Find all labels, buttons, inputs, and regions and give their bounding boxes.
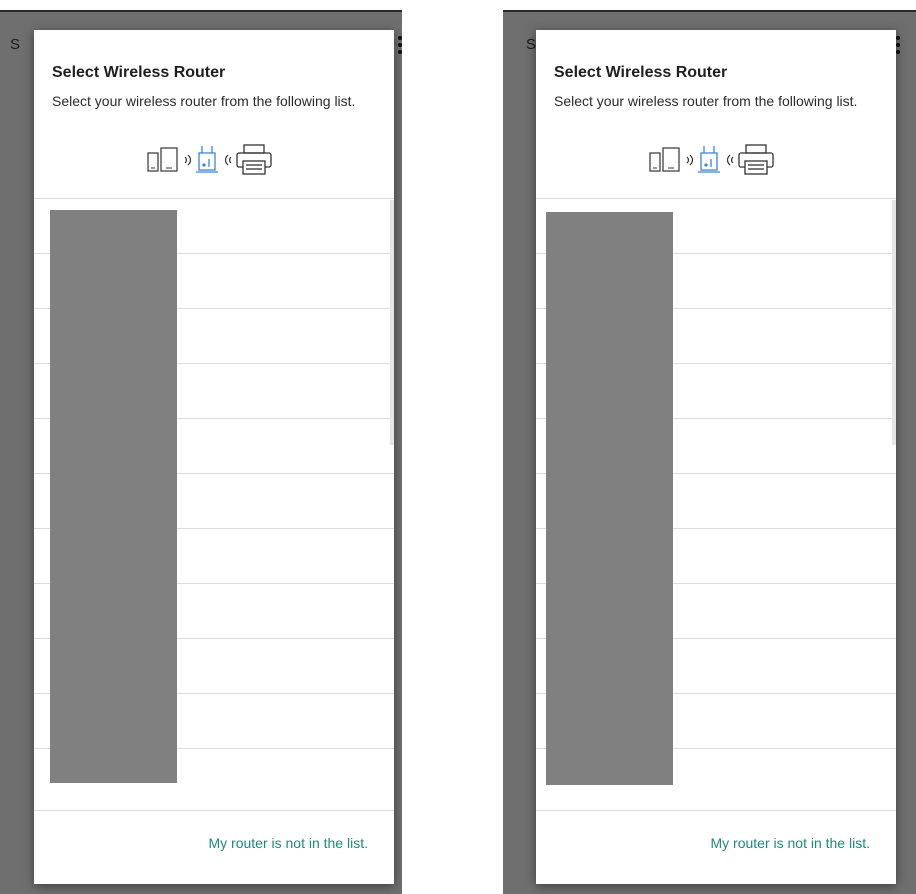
connection-graphic [649,144,774,175]
tablet-icon [160,147,178,172]
dialog-title: Select Wireless Router [52,64,226,81]
wifi-signal-icon [224,154,232,166]
footer-divider [536,810,896,811]
status-divider [0,10,402,12]
smartphone-icon [147,152,159,172]
tablet-icon [662,147,680,172]
dialog-description: Select your wireless router from the fol… [554,93,858,109]
background-title: S [10,36,21,53]
connection-graphic [147,144,272,175]
screen-left: S Select Wireless Router Select your wir… [0,10,402,894]
printer-icon [236,144,272,175]
screen-right: S Select Wireless Router Select your wir… [503,10,916,894]
list-scrollbar[interactable] [892,200,896,445]
redaction-block [546,212,673,785]
background-title: S [526,36,537,53]
redaction-block [50,210,177,783]
list-scrollbar[interactable] [390,200,394,445]
router-not-listed-button[interactable]: My router is not in the list. [710,835,870,851]
wifi-signal-icon [726,154,734,166]
router-icon [196,146,218,173]
wifi-signal-icon [686,154,694,166]
footer-divider [34,810,394,811]
dialog-title: Select Wireless Router [554,64,728,81]
overflow-menu-icon[interactable] [896,36,902,56]
wifi-signal-icon [184,154,192,166]
select-router-dialog: Select Wireless Router Select your wirel… [536,30,896,884]
router-not-listed-button[interactable]: My router is not in the list. [208,835,368,851]
smartphone-icon [649,152,661,172]
select-router-dialog: Select Wireless Router Select your wirel… [34,30,394,884]
overflow-menu-icon[interactable] [398,36,402,56]
dialog-description: Select your wireless router from the fol… [52,93,356,109]
printer-icon [738,144,774,175]
status-divider [503,10,916,12]
router-icon [698,146,720,173]
